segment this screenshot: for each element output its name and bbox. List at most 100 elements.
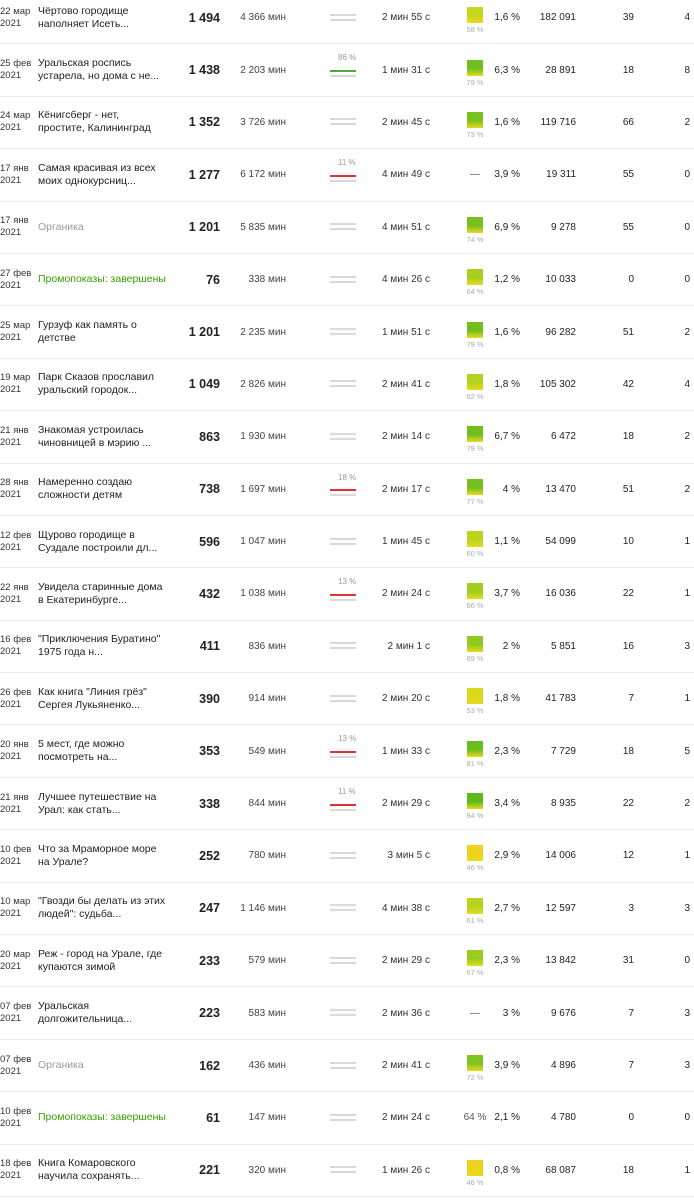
- read-depth-percent: 13 %: [338, 577, 357, 587]
- bar-line: [330, 432, 356, 435]
- score-indicator: 58 %: [464, 0, 486, 43]
- table-row[interactable]: 25 мар 2021 Гурзуф как память о детстве 1 …: [0, 306, 694, 359]
- score-square-icon: [467, 59, 483, 76]
- publication-title[interactable]: Органика: [38, 202, 168, 253]
- publication-title[interactable]: Парк Сказов прославил уральский городок.…: [38, 359, 168, 410]
- views-count: 1 438: [188, 63, 220, 78]
- table-row[interactable]: 20 мар 2021 Реж - город на Урале, где куп…: [0, 935, 694, 988]
- score-percent: 64 %: [466, 287, 484, 297]
- likes-count: 18: [622, 431, 634, 443]
- read-time: 2 203 мин: [240, 64, 286, 76]
- read-depth-bar: [330, 935, 358, 986]
- table-row[interactable]: 28 янв 2021 Намеренно создаю сложности де…: [0, 464, 694, 516]
- score-indicator: 61 %: [464, 883, 486, 934]
- ctr-value: 2 %: [502, 640, 520, 652]
- table-row[interactable]: 16 фев 2021 "Приключения Буратино" 1975 г…: [0, 621, 694, 674]
- ctr-value: 2,3 %: [494, 955, 520, 967]
- publication-title[interactable]: Гурзуф как память о детстве: [38, 306, 168, 357]
- read-depth-bar: [330, 202, 358, 253]
- table-row[interactable]: 26 фев 2021 Как книга "Линия грёз" Сергея…: [0, 673, 694, 726]
- impressions-count: 12 597: [545, 902, 576, 914]
- publish-date: 24 мар 2021: [0, 110, 31, 134]
- table-row[interactable]: 10 фев 2021 Что за Мраморное море на Урал…: [0, 830, 694, 883]
- score-square-icon: [467, 426, 483, 443]
- table-row[interactable]: 19 мар 2021 Парк Сказов прославил уральск…: [0, 359, 694, 412]
- table-row[interactable]: 24 мар 2021 Кёнигсберг - нет, простите, К…: [0, 97, 694, 150]
- average-time: 4 мин 51 с: [381, 221, 430, 233]
- publication-title[interactable]: Кёнигсберг - нет, простите, Калининград: [38, 97, 168, 148]
- table-row[interactable]: 22 мар 2021 Чёртово городище наполняет Ис…: [0, 0, 694, 45]
- average-time: 2 мин 20 с: [381, 693, 430, 705]
- views-count: 1 201: [188, 325, 220, 340]
- publication-title[interactable]: Уральская роспись устарела, но дома с не…: [38, 44, 168, 95]
- publication-title[interactable]: "Гвозди бы делать из этих людей": судьба…: [38, 883, 168, 934]
- publication-title[interactable]: Как книга "Линия грёз" Сергея Лукьяненко…: [38, 673, 168, 724]
- impressions-count: 9 676: [550, 1007, 576, 1019]
- publication-title[interactable]: Чёртово городище наполняет Исеть...: [38, 0, 168, 43]
- views-count: 162: [199, 1058, 220, 1073]
- score-empty: —: [470, 169, 480, 181]
- bar-line: [330, 537, 356, 540]
- publication-title[interactable]: Увидела старинные дома в Екатеринбурге..…: [38, 568, 168, 619]
- table-row[interactable]: 27 фев 2021 Промопоказы: завершены 76 338 м…: [0, 254, 694, 307]
- table-row[interactable]: 20 янв 2021 5 мест, где можно посмотреть …: [0, 725, 694, 778]
- table-row[interactable]: 22 янв 2021 Увидела старинные дома в Екат…: [0, 568, 694, 621]
- publication-title[interactable]: Лучшее путешествие на Урал: как стать...: [38, 778, 168, 829]
- read-depth-bar: 18 %: [330, 464, 358, 515]
- ctr-value: 2,1 %: [494, 1112, 520, 1124]
- table-row[interactable]: 21 янв 2021 Лучшее путешествие на Урал: к…: [0, 778, 694, 831]
- read-depth-bar: 11 %: [330, 778, 358, 829]
- table-row[interactable]: 10 мар 2021 "Гвозди бы делать из этих люд…: [0, 883, 694, 936]
- bar-line: [330, 1066, 356, 1069]
- publication-title[interactable]: 5 мест, где можно посмотреть на...: [38, 725, 168, 776]
- views-count: 247: [199, 901, 220, 916]
- bar-line: [330, 223, 356, 226]
- publication-title[interactable]: Намеренно создаю сложности детям: [38, 464, 168, 515]
- ctr-value: 3,4 %: [494, 798, 520, 810]
- impressions-count: 68 087: [545, 1164, 576, 1176]
- table-row[interactable]: 07 фев 2021 Уральская долгожительница... 2…: [0, 987, 694, 1040]
- read-time: 1 930 мин: [240, 431, 286, 443]
- publication-title[interactable]: Знакомая устроилась чиновницей в мэрию .…: [38, 411, 168, 462]
- table-row[interactable]: 17 янв 2021 Органика 1 201 5 835 мин 4 мин 5…: [0, 202, 694, 254]
- publication-title[interactable]: Промопоказы: завершены: [38, 1092, 168, 1143]
- score-indicator: 79 %: [464, 306, 486, 357]
- table-row[interactable]: 07 фев 2021 Органика 162 436 мин 2 мин 41 с 7…: [0, 1040, 694, 1093]
- likes-count: 55: [622, 221, 634, 233]
- publication-title[interactable]: Что за Мраморное море на Урале?: [38, 830, 168, 881]
- publication-title[interactable]: Реж - город на Урале, где купаются зимой: [38, 935, 168, 986]
- table-row[interactable]: 25 фев 2021 Уральская роспись устарела, н…: [0, 44, 694, 97]
- bar-line: [330, 1118, 356, 1121]
- publication-title[interactable]: "Приключения Буратино" 1975 года н...: [38, 621, 168, 672]
- score-percent: 67 %: [466, 968, 484, 978]
- table-row[interactable]: 17 янв 2021 Самая красивая из всех моих о…: [0, 149, 694, 202]
- table-row[interactable]: 18 фев 2021 Книга Комаровского научила со…: [0, 1145, 694, 1197]
- comments-count: 3: [684, 1060, 690, 1071]
- table-row[interactable]: 10 фев 2021 Промопоказы: завершены 61 147 м…: [0, 1092, 694, 1145]
- comments-count: 3: [684, 902, 690, 914]
- publication-title[interactable]: Уральская долгожительница...: [38, 987, 168, 1038]
- score-percent: 73 %: [466, 129, 484, 139]
- comments-count: 3: [684, 640, 690, 652]
- comments-count: 3: [684, 1007, 690, 1019]
- read-time: 2 826 мин: [240, 378, 286, 390]
- read-depth-bar: [330, 621, 358, 672]
- comments-count: 0: [684, 169, 690, 181]
- score-square-icon: [467, 269, 483, 286]
- publication-title[interactable]: Промопоказы: завершены: [38, 254, 168, 305]
- publication-title[interactable]: Самая красивая из всех моих однокурсниц.…: [38, 149, 168, 200]
- publication-title[interactable]: Щурово городище в Суздале построили дл..…: [38, 516, 168, 567]
- bar-line: [330, 593, 356, 596]
- publication-title[interactable]: Органика: [38, 1040, 168, 1091]
- ctr-value: 6,9 %: [494, 221, 520, 233]
- views-count: 1 049: [188, 377, 220, 392]
- ctr-value: 2,9 %: [494, 850, 520, 862]
- likes-count: 22: [622, 588, 634, 600]
- publication-title[interactable]: Книга Комаровского научила сохранять...: [38, 1145, 168, 1196]
- table-row[interactable]: 12 фев 2021 Щурово городище в Суздале пос…: [0, 516, 694, 569]
- table-row[interactable]: 21 янв 2021 Знакомая устроилась чиновнице…: [0, 411, 694, 464]
- read-time: 338 мин: [248, 274, 286, 286]
- bar-line: [330, 598, 356, 601]
- score-percent: 81 %: [466, 758, 484, 768]
- views-count: 252: [199, 848, 220, 863]
